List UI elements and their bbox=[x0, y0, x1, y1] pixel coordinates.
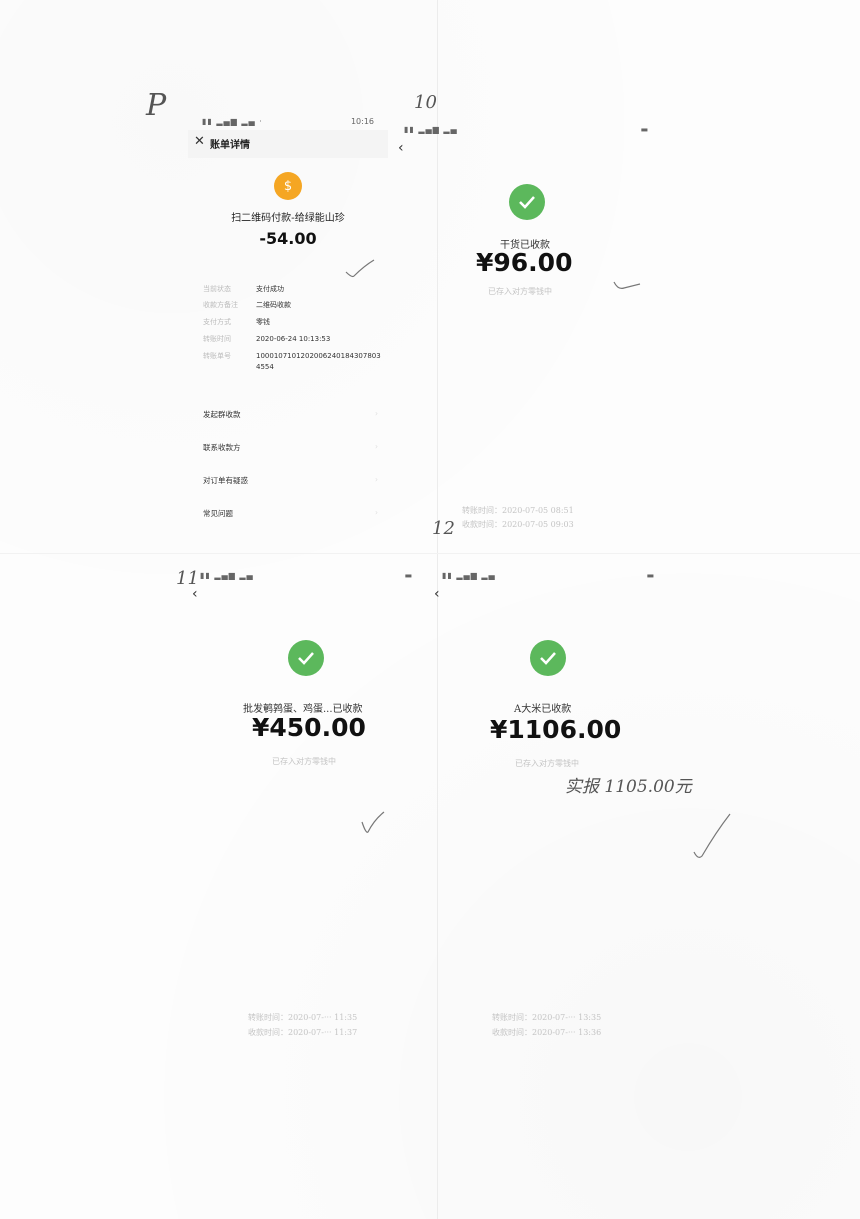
menu-item-label: 发起群收款 bbox=[203, 410, 241, 419]
detail-key: 转账单号 bbox=[203, 352, 231, 360]
close-icon[interactable]: ✕ bbox=[194, 134, 205, 149]
payment-amount: -54.00 bbox=[259, 229, 317, 248]
merchant-name: 扫二维码付款-给绿能山珍 bbox=[231, 213, 345, 224]
handwritten-mark-10: 10 bbox=[414, 92, 437, 113]
check-icon bbox=[288, 640, 324, 676]
battery-icon: ▬ bbox=[404, 571, 412, 580]
chevron-right-icon: › bbox=[375, 442, 378, 451]
menu-item-faq[interactable]: 常见问题 › bbox=[203, 508, 378, 519]
battery-icon: ▬ bbox=[640, 125, 648, 134]
page-title: 账单详情 bbox=[210, 140, 250, 151]
money-bag-icon: $ bbox=[274, 172, 302, 200]
payment-amount: ¥1106.00 bbox=[490, 715, 622, 744]
handwritten-mark-p: P bbox=[146, 88, 167, 123]
chevron-right-icon: › bbox=[375, 409, 378, 418]
payment-subtext: 已存入对方零钱中 bbox=[488, 287, 552, 296]
chevron-right-icon: › bbox=[375, 475, 378, 484]
chevron-left-icon[interactable]: ‹ bbox=[192, 586, 198, 602]
check-icon bbox=[530, 640, 566, 676]
handwritten-check-4 bbox=[693, 813, 731, 858]
detail-key: 当前状态 bbox=[203, 285, 231, 293]
transfer-time: 转账时间：2020-07-··· 11:35 bbox=[248, 1013, 358, 1022]
signal-icons: ▮▮ ▂▄▆ ▂▄ bbox=[200, 571, 254, 580]
handwritten-mark-12: 12 bbox=[432, 518, 455, 539]
transfer-time: 转账时间：2020-07-··· 13:35 bbox=[492, 1013, 602, 1022]
menu-item-label: 常见问题 bbox=[203, 509, 233, 518]
transfer-time: 转账时间：2020-07-05 08:51 bbox=[462, 506, 574, 515]
detail-value: 二维码收款 bbox=[256, 301, 291, 309]
handwritten-note: 实报 1105.00元 bbox=[565, 777, 692, 797]
handwritten-check-3 bbox=[361, 811, 385, 833]
status-bar-4: ▮▮ ▂▄▆ ▂▄ ▬ bbox=[442, 571, 654, 583]
payment-subtext: 已存入对方零钱中 bbox=[515, 759, 579, 768]
chevron-left-icon[interactable]: ‹ bbox=[434, 586, 440, 602]
chevron-right-icon: › bbox=[375, 508, 378, 517]
header-bar: ✕ 账单详情 bbox=[188, 130, 388, 158]
handwritten-check-2 bbox=[613, 281, 641, 289]
menu-item-group-collect[interactable]: 发起群收款 › bbox=[203, 409, 378, 420]
payment-amount: ¥450.00 bbox=[252, 713, 366, 742]
check-icon bbox=[509, 184, 545, 220]
battery-icon: ▬ bbox=[646, 571, 654, 580]
detail-value: 支付成功 bbox=[256, 285, 284, 293]
status-bar-2: ▮▮ ▂▄▆ ▂▄ ▬ bbox=[404, 125, 648, 137]
detail-value: 零钱 bbox=[256, 318, 270, 326]
detail-value: 2020-06-24 10:13:53 bbox=[256, 335, 331, 343]
menu-item-contact-payee[interactable]: 联系收款方 › bbox=[203, 442, 378, 453]
menu-item-order-question[interactable]: 对订单有疑惑 › bbox=[203, 475, 378, 486]
receive-time: 收款时间：2020-07-··· 11:37 bbox=[248, 1028, 358, 1037]
chevron-left-icon[interactable]: ‹ bbox=[398, 140, 404, 156]
status-time: 10:16 bbox=[350, 117, 374, 126]
detail-key: 收款方备注 bbox=[203, 301, 238, 309]
vertical-fold-line bbox=[437, 0, 438, 1219]
menu-item-label: 联系收款方 bbox=[203, 443, 241, 452]
receive-time: 收款时间：2020-07-05 09:03 bbox=[462, 520, 574, 529]
status-bar: ▮▮ ▂▄▆ ▂▄ · 10:16 bbox=[202, 117, 374, 129]
signal-icons: ▮▮ ▂▄▆ ▂▄ bbox=[404, 125, 458, 134]
payment-title: A大米已收款 bbox=[514, 704, 572, 715]
bill-detail-panel: ▮▮ ▂▄▆ ▂▄ · 10:16 ✕ 账单详情 $ 扫二维码付款-给绿能山珍 … bbox=[188, 112, 388, 552]
detail-key: 转账时间 bbox=[203, 335, 231, 343]
payment-subtext: 已存入对方零钱中 bbox=[272, 757, 336, 766]
receive-time: 收款时间：2020-07-··· 13:36 bbox=[492, 1028, 602, 1037]
detail-value: 1000107101202006240184307803 4554 bbox=[256, 352, 381, 371]
status-bar-3: ▮▮ ▂▄▆ ▂▄ ▬ bbox=[200, 571, 412, 583]
signal-icons: ▮▮ ▂▄▆ ▂▄ bbox=[442, 571, 496, 580]
payment-amount: ¥96.00 bbox=[476, 248, 573, 277]
signal-icons: ▮▮ ▂▄▆ ▂▄ · bbox=[202, 117, 263, 126]
scan-background bbox=[0, 0, 860, 1219]
detail-key: 支付方式 bbox=[203, 318, 231, 326]
menu-item-label: 对订单有疑惑 bbox=[203, 476, 248, 485]
horizontal-fold-line bbox=[0, 553, 860, 554]
